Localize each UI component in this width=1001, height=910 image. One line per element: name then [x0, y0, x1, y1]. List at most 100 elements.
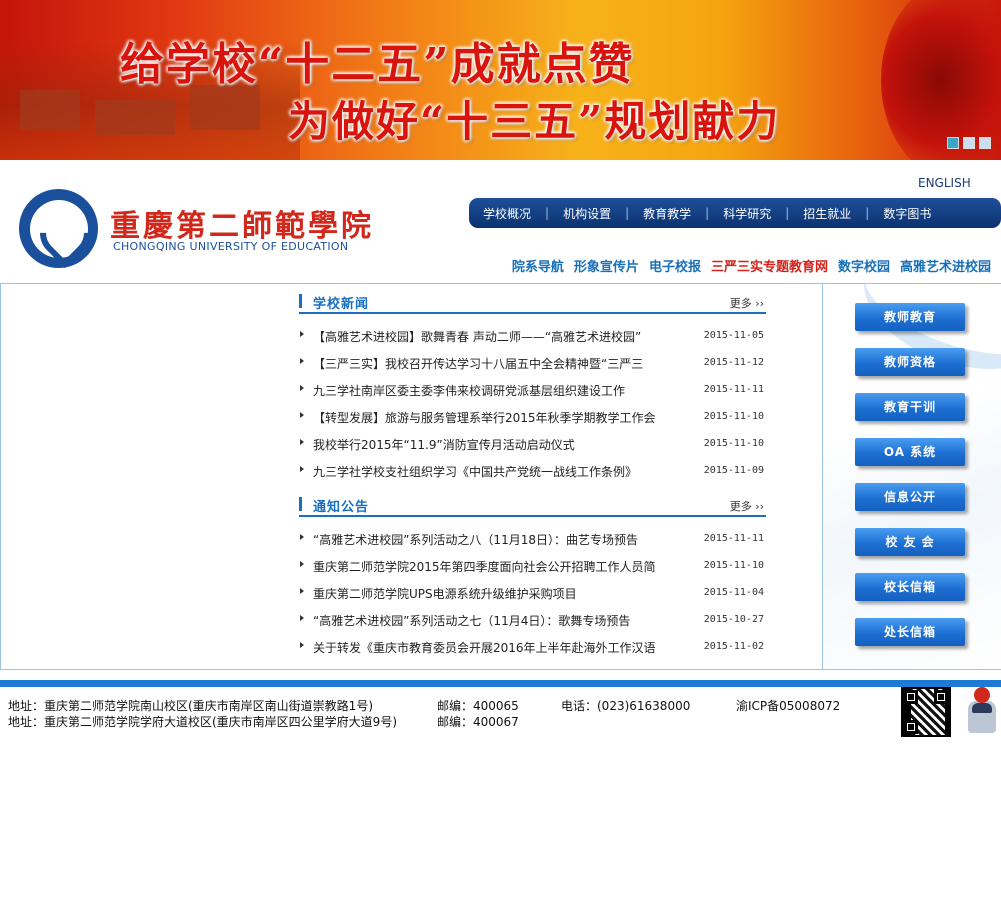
- nav-item-1[interactable]: 学校概况: [483, 205, 531, 222]
- list-item-date: 2015-11-05: [703, 330, 764, 341]
- quick-link-button-4[interactable]: OA 系统: [855, 438, 965, 466]
- main-nav: 学校概况 | 机构设置 | 教育教学 | 科学研究 | 招生就业 | 数字图书: [469, 198, 1001, 228]
- nav-separator: |: [545, 206, 550, 220]
- footer-divider: [0, 680, 1001, 687]
- notice-section-header: 通知公告 更多 ››: [299, 489, 766, 517]
- list-item-date: 2015-11-10: [703, 438, 764, 449]
- nav-separator: |: [865, 206, 870, 220]
- main-content: 学校新闻 更多 ›› 【高雅艺术进校园】歌舞青春 声动二师——“高雅艺术进校园”…: [0, 284, 1001, 670]
- police-badge-icon[interactable]: [966, 687, 998, 737]
- quick-links-panel: 教师教育教师资格教育干训 OA 系统信息公开校 友 会校长信箱处长信箱: [822, 284, 1001, 669]
- site-header: 重慶第二師範學院 CHONGQING UNIVERSITY OF EDUCATI…: [0, 160, 1001, 284]
- sub-links: 院系导航 形象宣传片 电子校报 三严三实专题教育网 数字校园 高雅艺术进校园: [512, 256, 991, 275]
- nav-separator: |: [785, 206, 790, 220]
- slider-dots: [947, 137, 991, 149]
- bullet-arrow-icon: [300, 561, 304, 567]
- list-item[interactable]: 【三严三实】我校召开传达学习十八届五中全会精神暨“三严三 2015-11-12: [299, 351, 766, 378]
- bullet-arrow-icon: [300, 358, 304, 364]
- bullet-arrow-icon: [300, 466, 304, 472]
- list-item[interactable]: 九三学社南岸区委主委李伟来校调研党派基层组织建设工作 2015-11-11: [299, 378, 766, 405]
- banner-headline-2: 为做好“十三五”规划献力: [288, 97, 781, 146]
- list-item[interactable]: “高雅艺术进校园”系列活动之七（11月4日）：歌舞专场预告 2015-10-27: [299, 608, 766, 635]
- notice-list: “高雅艺术进校园”系列活动之八（11月18日）：曲艺专场预告 2015-11-11…: [299, 527, 766, 662]
- list-item-title[interactable]: 九三学社南岸区委主委李伟来校调研党派基层组织建设工作: [313, 382, 683, 399]
- list-item-title[interactable]: 重庆第二师范学院UPS电源系统升级维护采购项目: [313, 585, 683, 602]
- slider-dot-1[interactable]: [947, 137, 959, 149]
- list-item-title[interactable]: 重庆第二师范学院2015年第四季度面向社会公开招聘工作人员简: [313, 558, 683, 575]
- quick-link-button-1[interactable]: 教师教育: [855, 303, 965, 331]
- list-item-title[interactable]: 【转型发展】旅游与服务管理系举行2015年秋季学期教学工作会: [313, 409, 683, 426]
- list-item[interactable]: 【转型发展】旅游与服务管理系举行2015年秋季学期教学工作会 2015-11-10: [299, 405, 766, 432]
- hero-banner[interactable]: 给学校“十二五”成就点赞 为做好“十三五”规划献力: [0, 0, 1001, 160]
- footer-address-1: 地址：重庆第二师范学院南山校区(重庆市南岸区南山街道崇教路1号): [8, 699, 374, 713]
- sub-link-2[interactable]: 形象宣传片: [574, 256, 639, 275]
- bullet-arrow-icon: [300, 615, 304, 621]
- school-name-cn[interactable]: 重慶第二師範學院: [110, 201, 374, 245]
- sub-link-4[interactable]: 三严三实专题教育网: [711, 256, 828, 275]
- list-item[interactable]: 九三学社学校支社组织学习《中国共产党统一战线工作条例》 2015-11-09: [299, 459, 766, 486]
- nav-separator: |: [625, 206, 630, 220]
- sub-link-5[interactable]: 数字校园: [838, 256, 890, 275]
- nav-item-2[interactable]: 机构设置: [563, 205, 611, 222]
- bullet-arrow-icon: [300, 534, 304, 540]
- slider-dot-2[interactable]: [963, 137, 975, 149]
- slider-dot-3[interactable]: [979, 137, 991, 149]
- sub-link-6[interactable]: 高雅艺术进校园: [900, 256, 991, 275]
- quick-link-button-6[interactable]: 校 友 会: [855, 528, 965, 556]
- site-footer: 地址：重庆第二师范学院南山校区(重庆市南岸区南山街道崇教路1号) 邮编：4000…: [0, 687, 1001, 750]
- qr-code-icon[interactable]: [901, 687, 951, 737]
- english-link[interactable]: ENGLISH: [918, 176, 971, 190]
- list-item-title[interactable]: “高雅艺术进校园”系列活动之八（11月18日）：曲艺专场预告: [313, 531, 683, 548]
- quick-link-button-8[interactable]: 处长信箱: [855, 618, 965, 646]
- list-item[interactable]: “高雅艺术进校园”系列活动之八（11月18日）：曲艺专场预告 2015-11-11: [299, 527, 766, 554]
- list-item-title[interactable]: “高雅艺术进校园”系列活动之七（11月4日）：歌舞专场预告: [313, 612, 683, 629]
- list-item-title[interactable]: 我校举行2015年“11.9”消防宣传月活动启动仪式: [313, 436, 683, 453]
- footer-icp[interactable]: 渝ICP备05008072: [736, 697, 840, 714]
- list-item-title[interactable]: 九三学社学校支社组织学习《中国共产党统一战线工作条例》: [313, 463, 683, 480]
- notice-more-link[interactable]: 更多 ››: [730, 498, 764, 514]
- list-item-date: 2015-11-10: [703, 411, 764, 422]
- bullet-arrow-icon: [300, 331, 304, 337]
- sub-link-1[interactable]: 院系导航: [512, 256, 564, 275]
- quick-link-button-3[interactable]: 教育干训: [855, 393, 965, 421]
- sub-link-3[interactable]: 电子校报: [649, 256, 701, 275]
- footer-postcode-2: 邮编：400067: [437, 715, 519, 729]
- nav-item-4[interactable]: 科学研究: [723, 205, 771, 222]
- footer-postcode-1: 邮编：400065: [437, 699, 519, 713]
- list-item[interactable]: 【高雅艺术进校园】歌舞青春 声动二师——“高雅艺术进校园” 2015-11-05: [299, 324, 766, 351]
- bullet-arrow-icon: [300, 588, 304, 594]
- nav-item-3[interactable]: 教育教学: [643, 205, 691, 222]
- quick-link-button-5[interactable]: 信息公开: [855, 483, 965, 511]
- news-section-title: 学校新闻: [313, 297, 370, 312]
- bullet-arrow-icon: [300, 412, 304, 418]
- list-item-title[interactable]: 关于转发《重庆市教育委员会开展2016年上半年赴海外工作汉语: [313, 639, 683, 656]
- footer-address-2: 地址：重庆第二师范学院学府大道校区(重庆市南岸区四公里学府大道9号): [8, 715, 398, 729]
- red-ribbon-graphic: [881, 0, 1001, 160]
- news-section-header: 学校新闻 更多 ››: [299, 286, 766, 314]
- list-item[interactable]: 关于转发《重庆市教育委员会开展2016年上半年赴海外工作汉语 2015-11-02: [299, 635, 766, 662]
- news-more-link[interactable]: 更多 ››: [730, 295, 764, 311]
- banner-headline-1: 给学校“十二五”成就点赞: [120, 39, 635, 90]
- school-seal-logo[interactable]: [19, 189, 98, 268]
- notice-section-title: 通知公告: [313, 500, 370, 515]
- list-item-date: 2015-11-09: [703, 465, 764, 476]
- quick-link-button-2[interactable]: 教师资格: [855, 348, 965, 376]
- news-list: 【高雅艺术进校园】歌舞青春 声动二师——“高雅艺术进校园” 2015-11-05 【…: [299, 324, 766, 486]
- nav-item-6[interactable]: 数字图书: [883, 205, 931, 222]
- bullet-arrow-icon: [300, 439, 304, 445]
- nav-item-5[interactable]: 招生就业: [803, 205, 851, 222]
- list-item-title[interactable]: 【三严三实】我校召开传达学习十八届五中全会精神暨“三严三: [313, 355, 683, 372]
- list-item-title[interactable]: 【高雅艺术进校园】歌舞青春 声动二师——“高雅艺术进校园”: [313, 328, 683, 345]
- quick-link-button-7[interactable]: 校长信箱: [855, 573, 965, 601]
- list-item[interactable]: 我校举行2015年“11.9”消防宣传月活动启动仪式 2015-11-10: [299, 432, 766, 459]
- list-item[interactable]: 重庆第二师范学院2015年第四季度面向社会公开招聘工作人员简 2015-11-10: [299, 554, 766, 581]
- list-item[interactable]: 重庆第二师范学院UPS电源系统升级维护采购项目 2015-11-04: [299, 581, 766, 608]
- nav-separator: |: [705, 206, 710, 220]
- list-item-date: 2015-11-10: [703, 560, 764, 571]
- list-item-date: 2015-10-27: [703, 614, 764, 625]
- bullet-arrow-icon: [300, 642, 304, 648]
- list-item-date: 2015-11-04: [703, 587, 764, 598]
- list-item-date: 2015-11-11: [703, 533, 764, 544]
- footer-phone: 电话：(023)61638000: [561, 699, 691, 713]
- bullet-arrow-icon: [300, 385, 304, 391]
